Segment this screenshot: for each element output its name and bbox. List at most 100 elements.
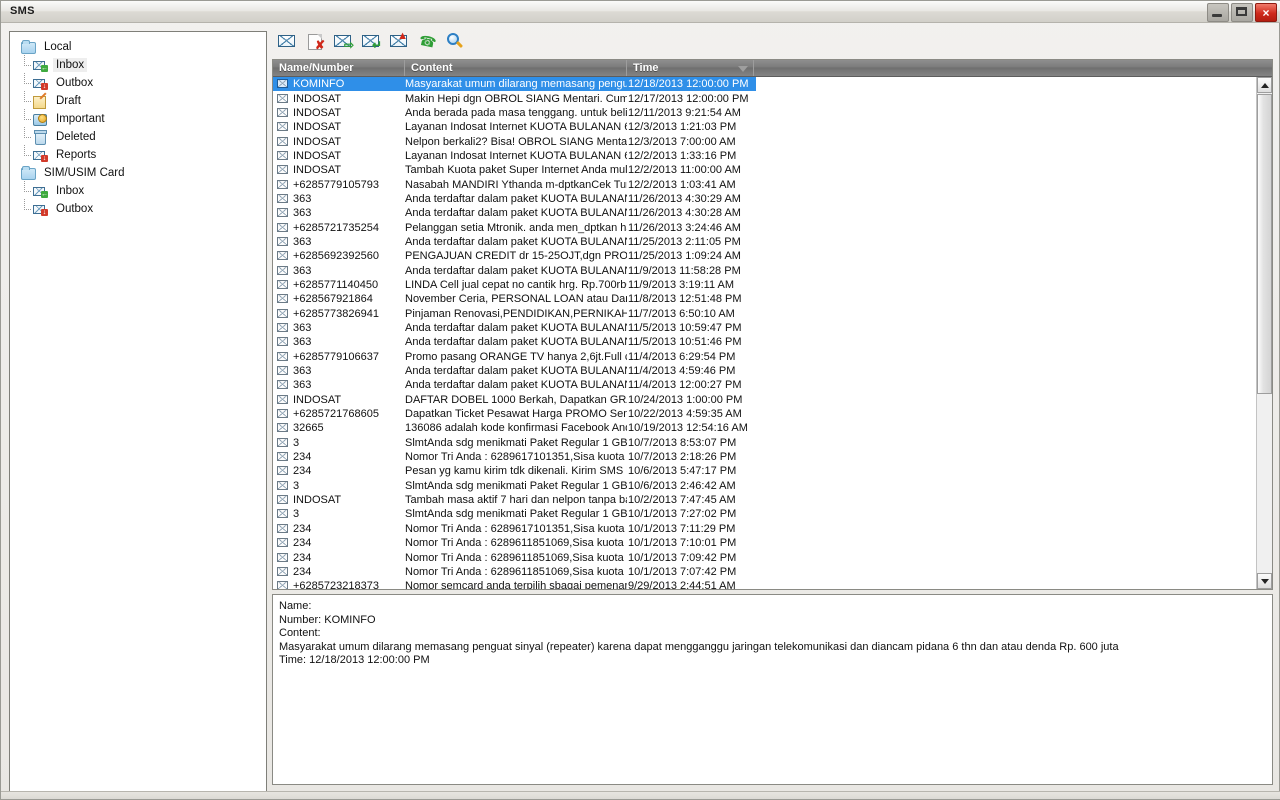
cell-time: 10/1/2013 7:27:02 PM — [628, 508, 737, 521]
message-envelope-icon — [273, 178, 293, 192]
cell-content: SlmtAnda sdg menikmati Paket Regular 1 G… — [405, 436, 627, 449]
cell-time: 10/6/2013 2:46:42 AM — [628, 479, 736, 492]
call-icon[interactable]: ☎ — [418, 32, 438, 51]
table-row[interactable]: 234 Nomor Tri Anda : 6289617101351,Sisa k… — [273, 522, 1256, 536]
sidebar-item-label: Outbox — [56, 203, 94, 215]
table-body[interactable]: KOMINFO Masyarakat umum dilarang memasang… — [273, 77, 1256, 589]
sidebar-item-deleted[interactable]: Deleted — [10, 127, 266, 146]
new-message-icon[interactable] — [278, 33, 296, 49]
table-row[interactable]: 234 Nomor Tri Anda : 6289611851069,Sisa k… — [273, 565, 1256, 579]
table-row[interactable]: INDOSAT Layanan Indosat Internet KUOTA BU… — [273, 120, 1256, 134]
table-row[interactable]: 234 Nomor Tri Anda : 6289617101351,Sisa k… — [273, 450, 1256, 464]
reply-message-icon[interactable]: ⇨ — [334, 33, 354, 51]
search-icon[interactable] — [446, 33, 464, 49]
table-row[interactable]: 363 Anda terdaftar dalam paket KUOTA BULA… — [273, 335, 1256, 349]
message-envelope-icon — [273, 192, 293, 206]
minimize-button[interactable] — [1207, 3, 1229, 22]
table-row[interactable]: +6285723218373 Nomor semcard anda terpili… — [273, 579, 1256, 589]
message-detail-pane[interactable]: Name: Number: KOMINFO Content: Masyarakat u… — [272, 594, 1273, 785]
sidebar-item-inbox[interactable]: Inbox — [10, 55, 266, 74]
message-envelope-icon — [273, 249, 293, 263]
message-list-scrollbar[interactable] — [1256, 77, 1272, 589]
table-row[interactable]: INDOSAT Layanan Indosat Internet KUOTA BU… — [273, 149, 1256, 163]
table-row[interactable]: INDOSAT DAFTAR DOBEL 1000 Berkah, Dapatka… — [273, 393, 1256, 407]
detail-line: Content: — [279, 627, 321, 639]
cell-time: 10/1/2013 7:07:42 PM — [628, 565, 737, 578]
cell-time: 10/1/2013 7:09:42 PM — [628, 551, 737, 564]
table-row[interactable]: +6285771140450 LINDA Cell jual cepat no c… — [273, 278, 1256, 292]
table-row[interactable]: 32665 136086 adalah kode konfirmasi Faceb… — [273, 421, 1256, 435]
message-envelope-icon — [273, 393, 293, 407]
table-row[interactable]: +6285692392560 PENGAJUAN CREDIT dr 15-25O… — [273, 249, 1256, 263]
cell-time: 11/4/2013 12:00:27 PM — [628, 379, 742, 392]
table-row[interactable]: 363 Anda terdaftar dalam paket KUOTA BULA… — [273, 378, 1256, 392]
table-row[interactable]: 234 Nomor Tri Anda : 6289611851069,Sisa k… — [273, 550, 1256, 564]
cell-content: Nomor semcard anda terpilih sbagai pemen… — [405, 580, 627, 589]
maximize-button[interactable] — [1231, 3, 1253, 22]
table-row[interactable]: KOMINFO Masyarakat umum dilarang memasang… — [273, 77, 756, 92]
column-header-name[interactable]: Name/Number — [273, 60, 405, 76]
message-envelope-icon — [273, 364, 293, 378]
column-header-time[interactable]: Time — [627, 60, 754, 76]
message-envelope-icon — [273, 579, 293, 589]
table-row[interactable]: +6285721768605 Dapatkan Ticket Pesawat Ha… — [273, 407, 1256, 421]
table-row[interactable]: +628567921864 November Ceria, PERSONAL LO… — [273, 292, 1256, 306]
sidebar-item-outbox[interactable]: Outbox — [10, 199, 266, 218]
cell-time: 10/7/2013 8:53:07 PM — [628, 436, 737, 449]
table-row[interactable]: 363 Anda terdaftar dalam paket KUOTA BULA… — [273, 321, 1256, 335]
column-header-content[interactable]: Content — [405, 60, 627, 76]
table-row[interactable]: 363 Anda terdaftar dalam paket KUOTA BULA… — [273, 263, 1256, 277]
sidebar-item-sim-usim-card[interactable]: SIM/USIM Card — [10, 164, 266, 182]
table-row[interactable]: INDOSAT Tambah Kuota paket Super Internet… — [273, 163, 1256, 177]
table-row[interactable]: +6285721735254 Pelanggan setia Mtronik. a… — [273, 220, 1256, 234]
outbox-envelope-icon — [32, 202, 48, 216]
folder-tree-panel[interactable]: Local Inbox Outbox Draft Important Deleted Rep… — [9, 31, 267, 793]
scroll-down-button[interactable] — [1257, 573, 1272, 589]
forward-message-icon[interactable]: ↵ — [362, 33, 382, 51]
table-row[interactable]: +6285779106637 Promo pasang ORANGE TV han… — [273, 350, 1256, 364]
sidebar-item-reports[interactable]: Reports — [10, 145, 266, 164]
table-row[interactable]: 3 SlmtAnda sdg menikmati Paket Regular 1 … — [273, 436, 1256, 450]
cell-name-number: 363 — [293, 336, 312, 349]
table-row[interactable]: +6285779105793 Nasabah MANDIRI Ythanda m-… — [273, 177, 1256, 191]
cell-content: Nomor Tri Anda : 6289611851069,Sisa kuot… — [405, 551, 627, 564]
close-button[interactable]: × — [1255, 3, 1277, 22]
table-row[interactable]: INDOSAT Anda berada pada masa tenggang. u… — [273, 106, 1256, 120]
cell-content: Anda terdaftar dalam paket KUOTA BULANAN… — [405, 379, 627, 392]
delete-message-icon[interactable]: ✘ — [306, 33, 325, 51]
message-envelope-icon — [273, 307, 293, 321]
table-row[interactable]: 363 Anda terdaftar dalam paket KUOTA BULA… — [273, 364, 1256, 378]
table-row[interactable]: 363 Anda terdaftar dalam paket KUOTA BULA… — [273, 192, 1256, 206]
sidebar-item-inbox[interactable]: Inbox — [10, 181, 266, 200]
table-row[interactable]: INDOSAT Makin Hepi dgn OBROL SIANG Mentar… — [273, 91, 1256, 105]
message-envelope-icon — [273, 92, 293, 106]
sidebar-item-local[interactable]: Local — [10, 38, 266, 56]
table-row[interactable]: 363 Anda terdaftar dalam paket KUOTA BULA… — [273, 235, 1256, 249]
cell-content: PENGAJUAN CREDIT dr 15-25OJT,dgn PROSES… — [405, 250, 627, 263]
table-row[interactable]: 363 Anda terdaftar dalam paket KUOTA BULA… — [273, 206, 1256, 220]
mark-unread-icon[interactable]: ▲ — [390, 31, 408, 49]
cell-name-number: INDOSAT — [293, 135, 342, 148]
sidebar-item-important[interactable]: Important — [10, 109, 266, 128]
toolbar-buttons: ✘ ⇨ ↵ ▲ ☎ — [278, 31, 464, 51]
important-icon — [32, 112, 48, 126]
scrollbar-thumb[interactable] — [1257, 94, 1272, 394]
cell-name-number: 363 — [293, 235, 312, 248]
table-row[interactable]: 234 Nomor Tri Anda : 6289611851069,Sisa k… — [273, 536, 1256, 550]
folder-icon — [20, 40, 36, 54]
table-row[interactable]: +6285773826941 Pinjaman Renovasi,PENDIDIK… — [273, 307, 1256, 321]
sidebar-item-draft[interactable]: Draft — [10, 91, 266, 110]
message-envelope-icon — [273, 77, 293, 91]
cell-name-number: 234 — [293, 522, 312, 535]
table-row[interactable]: 3 SlmtAnda sdg menikmati Paket Regular 1 … — [273, 479, 1256, 493]
sidebar-item-outbox[interactable]: Outbox — [10, 73, 266, 92]
table-row[interactable]: INDOSAT Nelpon berkali2? Bisa! OBROL SIAN… — [273, 134, 1256, 148]
table-row[interactable]: INDOSAT Tambah masa aktif 7 hari dan nelp… — [273, 493, 1256, 507]
message-envelope-icon — [273, 135, 293, 149]
table-row[interactable]: 3 SlmtAnda sdg menikmati Paket Regular 1 … — [273, 507, 1256, 521]
table-row[interactable]: 234 Pesan yg kamu kirim tdk dikenali. Kir… — [273, 464, 1256, 478]
column-header-spacer[interactable] — [754, 60, 1272, 76]
sidebar-item-label: Important — [56, 113, 105, 125]
scroll-up-button[interactable] — [1257, 77, 1272, 93]
detail-line: Time: 12/18/2013 12:00:00 PM — [279, 654, 430, 666]
